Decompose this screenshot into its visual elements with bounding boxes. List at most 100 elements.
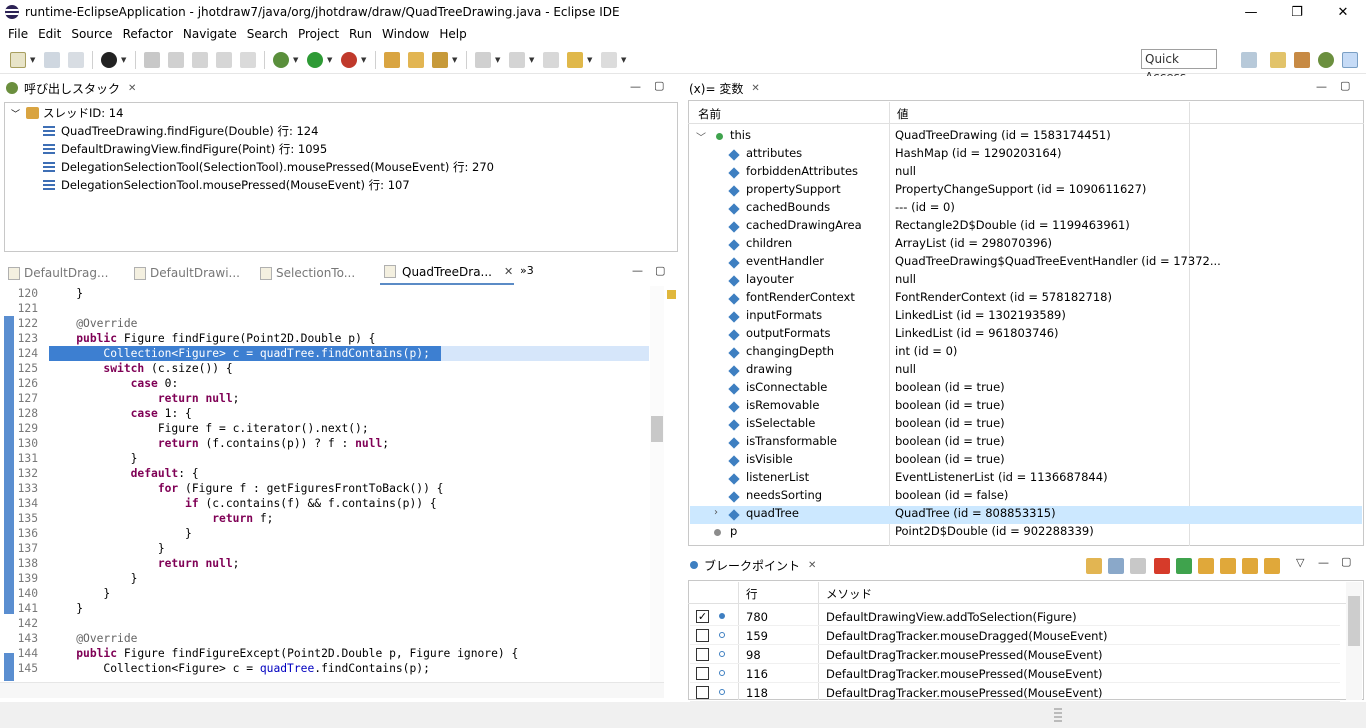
menu-refactor[interactable]: Refactor	[123, 27, 173, 41]
tab-default-drag-tracker[interactable]: DefaultDrag...	[8, 262, 108, 284]
column-header-method[interactable]: メソッド	[826, 586, 872, 602]
code-line[interactable]: 140 }	[0, 586, 650, 601]
code-line[interactable]: 126 case 0:	[0, 376, 650, 391]
variable-row[interactable]: ﹀ this QuadTreeDrawing (id = 1583174451)	[690, 128, 1362, 146]
skip-breakpoints-icon[interactable]	[144, 51, 160, 68]
code-line[interactable]: 144 public Figure findFigureExcept(Point…	[0, 646, 650, 661]
menu-project[interactable]: Project	[298, 27, 339, 41]
variable-row[interactable]: listenerList EventListenerList (id = 1136…	[690, 470, 1362, 488]
variable-row[interactable]: drawing null	[690, 362, 1362, 380]
variable-row[interactable]: cachedDrawingArea Rectangle2D$Double (id …	[690, 218, 1362, 236]
maximize-view-button[interactable]: ▢	[1340, 79, 1350, 92]
java-perspective-icon[interactable]	[1270, 52, 1286, 68]
use-step-filters-icon[interactable]	[216, 51, 232, 68]
restore-button[interactable]: ❐	[1274, 0, 1320, 24]
search-tool-icon[interactable]	[432, 51, 448, 68]
stack-frame-row[interactable]: DefaultDrawingView.findFigure(Point) 行: …	[43, 140, 327, 158]
close-icon[interactable]: ✕	[808, 560, 816, 571]
external-tools-icon[interactable]	[341, 51, 357, 68]
horizontal-scrollbar[interactable]	[0, 682, 664, 698]
maximize-editor-button[interactable]: ▢	[655, 264, 665, 277]
step-icon[interactable]	[168, 51, 184, 68]
prev-annotation-icon[interactable]	[509, 51, 525, 68]
breakpoint-row[interactable]: 159 DefaultDragTracker.mouseDragged(Mouse…	[690, 626, 1340, 645]
drop-frame-icon[interactable]	[192, 51, 208, 68]
forward-icon[interactable]	[601, 51, 617, 68]
remove-breakpoint-icon[interactable]	[1086, 558, 1102, 574]
code-line[interactable]: 125 switch (c.size()) {	[0, 361, 650, 376]
code-line[interactable]: 123 public Figure findFigure(Point2D.Dou…	[0, 331, 650, 346]
minimize-editor-button[interactable]: —	[632, 264, 643, 277]
thread-row[interactable]: ﹀ スレッドID: 14	[11, 104, 123, 122]
new-icon[interactable]	[10, 51, 26, 68]
column-header-name[interactable]: 名前	[698, 106, 721, 122]
variable-row[interactable]: cachedBounds --- (id = 0)	[690, 200, 1362, 218]
tab-default-drawing-view[interactable]: DefaultDrawi...	[134, 262, 240, 284]
code-line[interactable]: 128 case 1: {	[0, 406, 650, 421]
code-line[interactable]: 131 }	[0, 451, 650, 466]
breakpoint-row[interactable]: 98 DefaultDragTracker.mousePressed(MouseE…	[690, 645, 1340, 664]
close-icon[interactable]: ✕	[504, 265, 513, 278]
step-over-icon[interactable]	[1220, 558, 1236, 574]
variable-row[interactable]: isVisible boolean (id = true)	[690, 452, 1362, 470]
chevron-right-icon[interactable]: ›	[714, 507, 718, 518]
variable-row[interactable]: layouter null	[690, 272, 1362, 290]
menu-navigate[interactable]: Navigate	[183, 27, 237, 41]
code-line[interactable]: 121	[0, 301, 650, 316]
code-line[interactable]: 145 Collection<Figure> c = quadTree.find…	[0, 661, 650, 676]
open-folder-icon[interactable]	[408, 51, 424, 68]
code-line[interactable]: 124 Collection<Figure> c = quadTree.find…	[0, 346, 650, 361]
debug-perspective-icon[interactable]	[1318, 52, 1334, 68]
column-header-line[interactable]: 行	[746, 586, 758, 602]
menu-run[interactable]: Run	[349, 27, 372, 41]
variable-row[interactable]: needsSorting boolean (id = false)	[690, 488, 1362, 506]
breakpoint-row[interactable]: 116 DefaultDragTracker.mousePressed(Mouse…	[690, 664, 1340, 683]
menu-search[interactable]: Search	[247, 27, 288, 41]
enable-checkbox[interactable]	[696, 648, 709, 661]
code-line[interactable]: 136 }	[0, 526, 650, 541]
code-line[interactable]: 129 Figure f = c.iterator().next();	[0, 421, 650, 436]
variable-row[interactable]: isTransformable boolean (id = true)	[690, 434, 1362, 452]
close-icon[interactable]: ✕	[751, 83, 759, 94]
open-type-icon[interactable]	[384, 51, 400, 68]
menu-file[interactable]: File	[8, 27, 28, 41]
stack-frame-row[interactable]: QuadTreeDrawing.findFigure(Double) 行: 12…	[43, 122, 318, 140]
column-header-value[interactable]: 値	[897, 106, 909, 122]
editor-scrollbar[interactable]	[650, 286, 664, 682]
step-into-icon[interactable]	[1198, 558, 1214, 574]
terminate-icon[interactable]	[1154, 558, 1170, 574]
breakpoint-row[interactable]: ✓ 780 DefaultDrawingView.addToSelection(Fi…	[690, 607, 1340, 626]
code-line[interactable]: 133 for (Figure f : getFiguresFrontToBac…	[0, 481, 650, 496]
code-line[interactable]: 134 if (c.contains(f) && f.contains(p)) …	[0, 496, 650, 511]
minimize-view-button[interactable]: —	[1316, 80, 1327, 93]
use-filters-icon[interactable]	[1264, 558, 1280, 574]
variable-row[interactable]: inputFormats LinkedList (id = 1302193589)	[690, 308, 1362, 326]
code-area[interactable]: 120 } 121 122 @Override 123 public Figure f…	[0, 286, 664, 681]
tab-selection-tool[interactable]: SelectionTo...	[260, 262, 355, 284]
enable-checkbox[interactable]: ✓	[696, 610, 709, 623]
variable-row[interactable]: eventHandler QuadTreeDrawing$QuadTreeEven…	[690, 254, 1362, 272]
tab-quad-tree-drawing[interactable]: QuadTreeDra... ✕	[380, 260, 514, 285]
chevron-down-icon[interactable]: ﹀	[11, 107, 20, 120]
variable-row[interactable]: changingDepth int (id = 0)	[690, 344, 1362, 362]
variable-row[interactable]: p Point2D$Double (id = 902288339)	[690, 524, 1362, 542]
skip-all-icon[interactable]	[1130, 558, 1146, 574]
scroll-thumb[interactable]	[651, 416, 663, 442]
stack-frame-row[interactable]: DelegationSelectionTool(SelectionTool).m…	[43, 158, 494, 176]
enable-checkbox[interactable]	[696, 667, 709, 680]
code-line[interactable]: 127 return null;	[0, 391, 650, 406]
variable-row[interactable]: isConnectable boolean (id = true)	[690, 380, 1362, 398]
next-annotation-icon[interactable]	[475, 51, 491, 68]
run-icon[interactable]	[307, 51, 323, 68]
scroll-thumb[interactable]	[1348, 596, 1360, 646]
close-button[interactable]: ✕	[1320, 0, 1366, 24]
variable-row[interactable]: › quadTree QuadTree (id = 808853315)	[690, 506, 1362, 524]
view-menu-icon[interactable]: ▽	[1296, 556, 1304, 569]
minimize-view-button[interactable]: —	[630, 80, 641, 93]
variable-row[interactable]: isRemovable boolean (id = true)	[690, 398, 1362, 416]
code-line[interactable]: 132 default: {	[0, 466, 650, 481]
menu-help[interactable]: Help	[439, 27, 466, 41]
code-line[interactable]: 137 }	[0, 541, 650, 556]
menu-edit[interactable]: Edit	[38, 27, 61, 41]
code-line[interactable]: 130 return (f.contains(p)) ? f : null;	[0, 436, 650, 451]
